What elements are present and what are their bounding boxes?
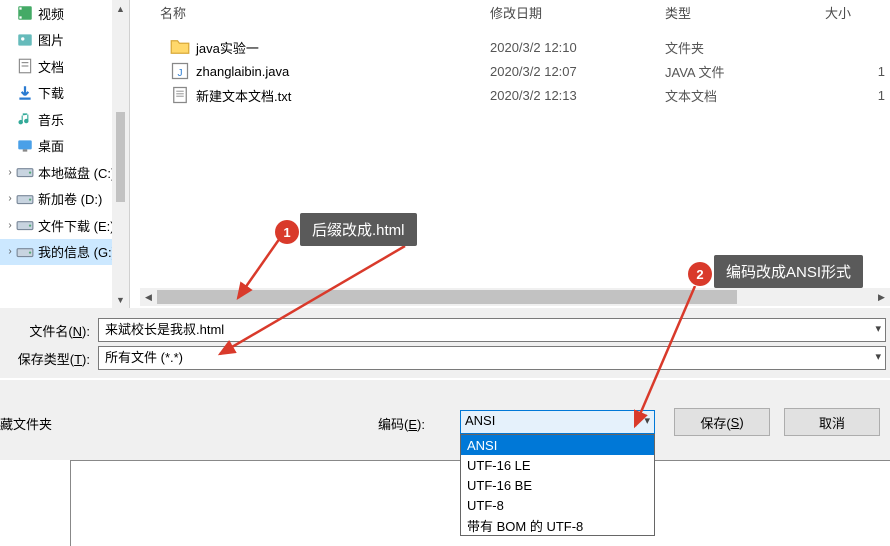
text-icon	[170, 85, 190, 105]
tree-item-label: 文档	[38, 57, 64, 76]
file-date: 2020/3/2 12:10	[490, 40, 665, 55]
filetype-select[interactable]: 所有文件 (*.*) ▾	[98, 346, 886, 370]
filename-label: 文件名(N):	[12, 321, 98, 340]
drive-icon	[16, 243, 34, 261]
folder-tree-sidebar: 视频图片文档下载音乐桌面 › 本地磁盘 (C:) › 新加卷 (D:) › 文件下载 (E:…	[0, 0, 130, 308]
encoding-option[interactable]: UTF-16 BE	[461, 475, 654, 495]
annotation-marker-1: 1	[275, 220, 299, 244]
annotation-text-2: 编码改成ANSI形式	[714, 255, 863, 288]
filename-input[interactable]: 来斌校长是我叔.html ▾	[98, 318, 886, 342]
tree-item-label: 下载	[38, 83, 64, 102]
file-type: 文件夹	[665, 38, 825, 57]
file-name: zhanglaibin.java	[196, 64, 490, 79]
file-row[interactable]: 新建文本文档.txt2020/3/2 12:13文本文档1	[160, 83, 890, 107]
column-modified-date[interactable]: 修改日期	[490, 3, 665, 22]
column-size[interactable]: 大小	[825, 3, 885, 22]
encoding-dropdown-list: ANSIUTF-16 LEUTF-16 BEUTF-8带有 BOM 的 UTF-…	[460, 434, 655, 536]
tree-item-label: 音乐	[38, 110, 64, 129]
expand-arrow-icon[interactable]: ›	[4, 167, 16, 178]
file-size: 1	[825, 88, 885, 103]
file-list-column-headers: 名称 修改日期 类型 大小	[160, 0, 885, 24]
file-name: 新建文本文档.txt	[196, 86, 490, 105]
file-size: 1	[825, 64, 885, 79]
tree-item-label: 本地磁盘 (C:)	[38, 163, 115, 182]
encoding-label: 编码(E):	[378, 414, 425, 433]
encoding-option[interactable]: ANSI	[461, 435, 654, 455]
column-type[interactable]: 类型	[665, 3, 825, 22]
music-icon	[16, 110, 34, 128]
down-icon	[16, 84, 34, 102]
chevron-down-icon: ▾	[644, 414, 650, 427]
annotation-text-1: 后缀改成.html	[300, 213, 417, 246]
encoding-select[interactable]: ANSI ▾	[460, 410, 655, 434]
tree-item[interactable]: 桌面	[0, 133, 129, 160]
drive-icon	[16, 163, 34, 181]
encoding-option[interactable]: UTF-8	[461, 495, 654, 515]
tree-item[interactable]: › 本地磁盘 (C:)	[0, 159, 129, 186]
filetype-label: 保存类型(T):	[12, 349, 98, 368]
encoding-option[interactable]: UTF-16 LE	[461, 455, 654, 475]
scroll-down-icon[interactable]: ▼	[112, 291, 129, 308]
hide-folders-link[interactable]: 藏文件夹	[0, 414, 52, 433]
tree-item[interactable]: 视频	[0, 0, 129, 27]
file-name: java实验一	[196, 38, 490, 57]
save-form-area: 文件名(N): 来斌校长是我叔.html ▾ 保存类型(T): 所有文件 (*.…	[0, 308, 890, 378]
tree-item-label: 新加卷 (D:)	[38, 189, 102, 208]
hscroll-right-icon[interactable]: ▶	[873, 289, 890, 306]
image-icon	[16, 31, 34, 49]
file-date: 2020/3/2 12:07	[490, 64, 665, 79]
folder-icon	[170, 37, 190, 57]
tree-item[interactable]: 图片	[0, 27, 129, 54]
hscroll-thumb[interactable]	[157, 290, 737, 304]
tree-item[interactable]: › 我的信息 (G:)	[0, 239, 129, 266]
file-date: 2020/3/2 12:13	[490, 88, 665, 103]
hscroll-left-icon[interactable]: ◀	[140, 289, 157, 306]
action-bar: 藏文件夹 编码(E): ANSI ▾ ANSIUTF-16 LEUTF-16 B…	[0, 380, 890, 460]
expand-arrow-icon[interactable]: ›	[4, 246, 16, 257]
drive-icon	[16, 190, 34, 208]
doc-icon	[16, 57, 34, 75]
desk-icon	[16, 137, 34, 155]
tree-item[interactable]: 文档	[0, 53, 129, 80]
annotation-marker-2: 2	[688, 262, 712, 286]
tree-item-label: 图片	[38, 30, 64, 49]
chevron-down-icon: ▾	[875, 350, 881, 363]
film-icon	[16, 4, 34, 22]
tree-item[interactable]: 下载	[0, 80, 129, 107]
file-row[interactable]: java实验一2020/3/2 12:10文件夹	[160, 35, 890, 59]
expand-arrow-icon[interactable]: ›	[4, 220, 16, 231]
save-button[interactable]: 保存(S)	[674, 408, 770, 436]
sidebar-scroll-thumb[interactable]	[116, 112, 125, 202]
file-type: 文本文档	[665, 86, 825, 105]
file-list: java实验一2020/3/2 12:10文件夹Jzhanglaibin.jav…	[160, 35, 890, 107]
tree-item-label: 桌面	[38, 136, 64, 155]
file-row[interactable]: Jzhanglaibin.java2020/3/2 12:07JAVA 文件1	[160, 59, 890, 83]
tree-item[interactable]: 音乐	[0, 106, 129, 133]
sidebar-scrollbar[interactable]: ▲ ▼	[112, 0, 129, 308]
expand-arrow-icon[interactable]: ›	[4, 193, 16, 204]
tree-item-label: 视频	[38, 4, 64, 23]
tree-item[interactable]: › 文件下载 (E:)	[0, 212, 129, 239]
column-name[interactable]: 名称	[160, 3, 490, 22]
drive-icon	[16, 216, 34, 234]
scroll-up-icon[interactable]: ▲	[112, 0, 129, 17]
svg-text:J: J	[178, 68, 183, 79]
tree-item-label: 文件下载 (E:)	[38, 216, 115, 235]
tree-item-label: 我的信息 (G:)	[38, 242, 116, 261]
filename-dropdown-icon[interactable]: ▾	[875, 322, 881, 335]
tree-item[interactable]: › 新加卷 (D:)	[0, 186, 129, 213]
java-icon: J	[170, 61, 190, 81]
file-type: JAVA 文件	[665, 62, 825, 81]
file-list-hscrollbar[interactable]: ◀ ▶	[140, 288, 890, 306]
cancel-button[interactable]: 取消	[784, 408, 880, 436]
encoding-option[interactable]: 带有 BOM 的 UTF-8	[461, 515, 654, 535]
